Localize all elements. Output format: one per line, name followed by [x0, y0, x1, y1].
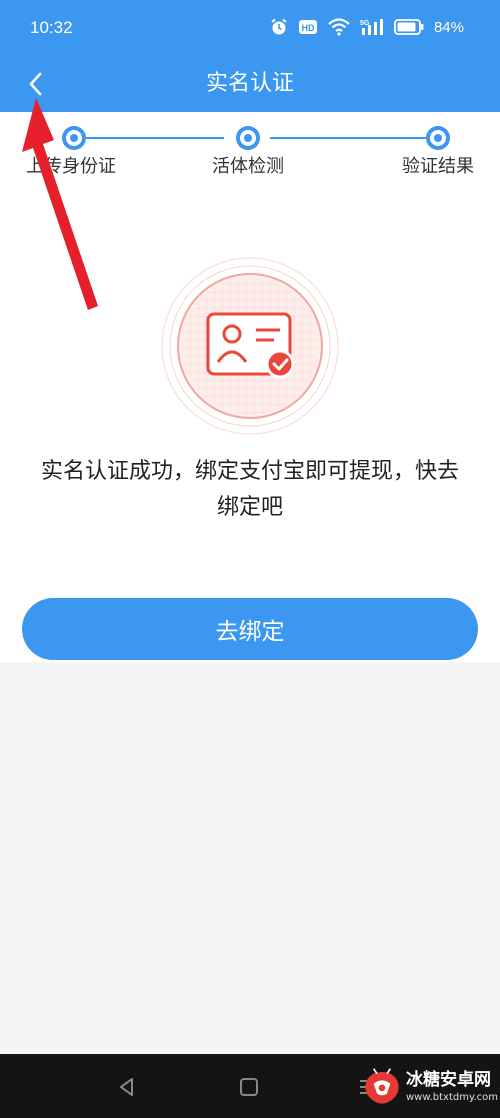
hd-icon: HD	[298, 19, 318, 35]
page-title: 实名认证	[205, 71, 294, 96]
step-dot-3	[426, 126, 450, 150]
result-panel: 实名认证成功，绑定支付宝即可提现，快去绑定吧 去绑定	[0, 192, 500, 662]
screen: 10:32 HD 5G 84% 实名认证 上传身份证 活体检测 验证结果 实名认…	[0, 0, 500, 1118]
bind-alipay-button[interactable]: 去绑定	[22, 598, 478, 660]
step-label-upload-id: 上传身份证	[26, 156, 116, 177]
watermark: 冰糖安卓网 www.btxtdmy.com	[362, 1058, 498, 1116]
step-connector	[86, 137, 224, 139]
status-icons: HD 5G 84%	[270, 18, 464, 36]
step-dot-2	[236, 126, 260, 150]
watermark-logo-icon	[365, 1068, 399, 1104]
success-message: 实名认证成功，绑定支付宝即可提现，快去绑定吧	[40, 459, 459, 520]
battery-icon	[394, 19, 424, 35]
status-bar: 10:32 HD 5G 84%	[0, 0, 500, 60]
watermark-text: 冰糖安卓网 www.btxtdmy.com	[406, 1069, 498, 1105]
wifi-icon	[328, 18, 350, 36]
step-dot-1	[62, 126, 86, 150]
nav-home-icon[interactable]	[234, 1072, 264, 1102]
battery-percent: 84%	[433, 18, 464, 36]
watermark-name: 冰糖安卓网	[405, 1070, 491, 1090]
nav-back-icon[interactable]	[112, 1072, 142, 1102]
step-connector	[270, 137, 426, 139]
hd-label: HD	[301, 23, 314, 33]
status-time: 10:32	[30, 18, 73, 37]
watermark-url: www.btxtdmy.com	[405, 1092, 498, 1103]
step-label-result: 验证结果	[402, 156, 474, 177]
alarm-icon	[270, 18, 288, 36]
progress-stepper: 上传身份证 活体检测 验证结果	[0, 112, 500, 192]
signal-icon: 5G	[360, 18, 384, 36]
id-card-verified-icon	[150, 252, 350, 442]
step-label-liveness: 活体检测	[212, 156, 284, 177]
nav-bar: 实名认证	[0, 60, 500, 112]
